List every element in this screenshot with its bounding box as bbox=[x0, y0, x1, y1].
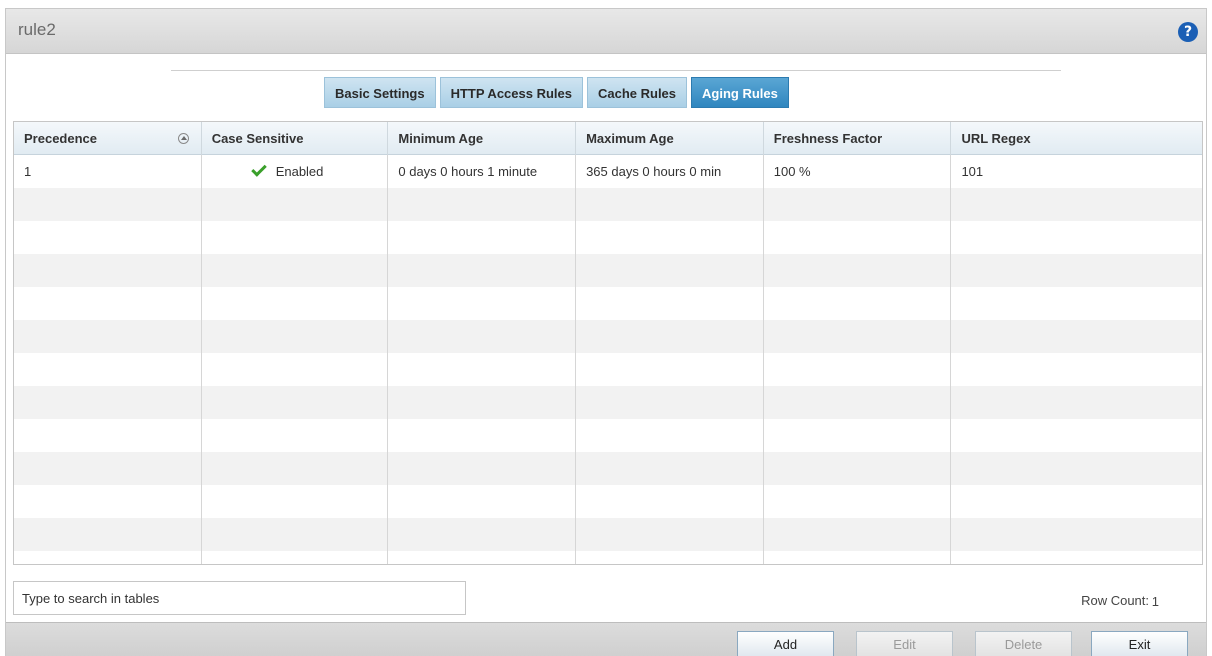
edit-button[interactable]: Edit bbox=[856, 631, 953, 656]
checkmark-icon bbox=[250, 161, 267, 177]
cell-freshness-factor: 100 % bbox=[764, 155, 952, 188]
column-label: Precedence bbox=[24, 131, 97, 146]
empty-row bbox=[14, 353, 1202, 386]
empty-row bbox=[14, 485, 1202, 518]
help-icon[interactable]: ? bbox=[1178, 22, 1198, 42]
cell-case-sensitive: Enabled bbox=[202, 155, 389, 188]
delete-button[interactable]: Delete bbox=[975, 631, 1072, 656]
case-sensitive-value: Enabled bbox=[275, 164, 324, 179]
table-header: Precedence Case Sensitive Minimum Age Ma… bbox=[14, 122, 1202, 155]
tab-basic-settings[interactable]: Basic Settings bbox=[324, 77, 436, 108]
table-body: 1 Enabled 0 days 0 hours 1 minute 365 da… bbox=[14, 155, 1202, 564]
tab-divider bbox=[171, 70, 1061, 71]
dialog-title: rule2 bbox=[18, 20, 56, 39]
cell-minimum-age: 0 days 0 hours 1 minute bbox=[388, 155, 577, 188]
empty-row bbox=[14, 221, 1202, 254]
title-bar: rule2 ? bbox=[6, 9, 1206, 54]
empty-row bbox=[14, 452, 1202, 485]
column-header-maximum-age[interactable]: Maximum Age bbox=[576, 122, 764, 155]
empty-row bbox=[14, 287, 1202, 320]
table-search-input[interactable] bbox=[13, 581, 466, 615]
button-bar: Add Edit Delete Exit bbox=[6, 622, 1206, 656]
add-button[interactable]: Add bbox=[737, 631, 834, 656]
rule-dialog: rule2 ? Basic Settings HTTP Access Rules… bbox=[5, 8, 1207, 656]
column-header-case-sensitive[interactable]: Case Sensitive bbox=[202, 122, 389, 155]
aging-rules-table: Precedence Case Sensitive Minimum Age Ma… bbox=[13, 121, 1203, 565]
empty-row bbox=[14, 518, 1202, 551]
tab-aging-rules[interactable]: Aging Rules bbox=[691, 77, 789, 108]
sort-ascending-icon[interactable] bbox=[177, 133, 189, 144]
empty-row bbox=[14, 320, 1202, 353]
tab-bar: Basic Settings HTTP Access Rules Cache R… bbox=[324, 77, 789, 108]
cell-precedence: 1 bbox=[14, 155, 202, 188]
empty-row bbox=[14, 551, 1202, 564]
empty-row bbox=[14, 419, 1202, 452]
empty-row bbox=[14, 254, 1202, 287]
column-header-minimum-age[interactable]: Minimum Age bbox=[388, 122, 577, 155]
row-count-value: 1 bbox=[1151, 594, 1159, 609]
table-row[interactable]: 1 Enabled 0 days 0 hours 1 minute 365 da… bbox=[14, 155, 1202, 188]
row-count-label: Row Count: bbox=[1081, 593, 1149, 608]
empty-row bbox=[14, 386, 1202, 419]
column-header-url-regex[interactable]: URL Regex bbox=[951, 122, 1202, 155]
cell-maximum-age: 365 days 0 hours 0 min bbox=[576, 155, 764, 188]
column-header-freshness-factor[interactable]: Freshness Factor bbox=[764, 122, 952, 155]
tab-cache-rules[interactable]: Cache Rules bbox=[586, 77, 688, 108]
exit-button[interactable]: Exit bbox=[1091, 631, 1188, 656]
cell-url-regex: 101 bbox=[961, 164, 984, 179]
empty-row bbox=[14, 188, 1202, 221]
column-header-precedence[interactable]: Precedence bbox=[14, 122, 202, 155]
tab-http-access-rules[interactable]: HTTP Access Rules bbox=[439, 77, 583, 108]
